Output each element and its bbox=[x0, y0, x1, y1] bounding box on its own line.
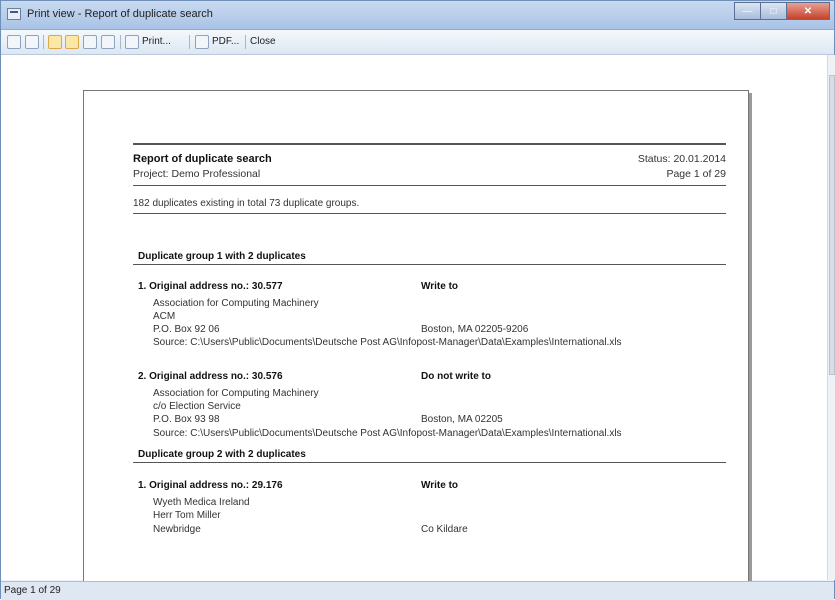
window-controls: — □ ✕ bbox=[734, 2, 830, 20]
address-city: Co Kildare bbox=[421, 524, 468, 535]
vertical-scrollbar[interactable] bbox=[827, 55, 835, 580]
previous-page-icon bbox=[25, 34, 39, 49]
address-source: Source: C:\Users\Public\Documents\Deutsc… bbox=[153, 428, 622, 439]
pdf-button[interactable]: PDF... bbox=[195, 33, 239, 50]
zoom-icon bbox=[48, 34, 62, 49]
printer-icon bbox=[125, 34, 139, 49]
first-page-button[interactable] bbox=[7, 33, 21, 50]
group-heading: Duplicate group 1 with 2 duplicates bbox=[138, 251, 306, 262]
entry-action: Write to bbox=[421, 281, 459, 292]
status-bar: Page 1 of 29 bbox=[1, 581, 834, 600]
status-page-text: Page 1 of 29 bbox=[4, 585, 61, 596]
report-page-number: Page 1 of 29 bbox=[666, 168, 726, 180]
address-city: Boston, MA 02205 bbox=[421, 414, 503, 425]
group-rule bbox=[133, 264, 726, 265]
toolbar-separator bbox=[120, 35, 121, 49]
close-button[interactable]: Close bbox=[250, 33, 276, 50]
address-line: Association for Computing Machinery bbox=[153, 388, 319, 399]
address-line: Association for Computing Machinery bbox=[153, 298, 319, 309]
summary-text: 182 duplicates existing in total 73 dupl… bbox=[133, 198, 360, 209]
toolbar-separator bbox=[245, 35, 246, 49]
address-line: P.O. Box 93 98 bbox=[153, 414, 220, 425]
address-line: Wyeth Medica Ireland bbox=[153, 497, 250, 508]
entry-header: 1. Original address no.: 29.176 bbox=[138, 480, 283, 491]
entry-header: 1. Original address no.: 30.577 bbox=[138, 281, 283, 292]
address-line: P.O. Box 92 06 bbox=[153, 324, 220, 335]
print-button-label: Print... bbox=[142, 36, 171, 47]
toolbar-separator bbox=[43, 35, 44, 49]
address-line: Newbridge bbox=[153, 524, 201, 535]
last-page-button[interactable] bbox=[101, 33, 115, 50]
close-button-label: Close bbox=[250, 36, 276, 47]
pdf-button-label: PDF... bbox=[212, 36, 240, 47]
print-view-window: Print view - Report of duplicate search … bbox=[0, 0, 835, 600]
address-line: c/o Election Service bbox=[153, 401, 241, 412]
address-line: ACM bbox=[153, 311, 176, 322]
first-page-icon bbox=[7, 34, 21, 49]
toolbar-separator bbox=[189, 35, 190, 49]
header-bottom-rule bbox=[133, 185, 726, 186]
report-status: Status: 20.01.2014 bbox=[637, 153, 726, 165]
toolbar: Print... PDF... Close bbox=[1, 30, 834, 55]
zoom-tool-button[interactable] bbox=[48, 33, 62, 50]
entry-action: Do not write to bbox=[421, 371, 491, 382]
window-app-icon bbox=[7, 8, 21, 20]
print-button[interactable]: Print... bbox=[125, 33, 171, 50]
last-page-icon bbox=[101, 34, 115, 49]
maximize-button[interactable]: □ bbox=[760, 2, 787, 20]
window-title: Print view - Report of duplicate search bbox=[27, 8, 213, 20]
title-bar: Print view - Report of duplicate search … bbox=[1, 1, 834, 30]
preview-area[interactable]: Report of duplicate search Project: Demo… bbox=[1, 55, 827, 592]
scrollbar-thumb[interactable] bbox=[829, 75, 835, 375]
minimize-button[interactable]: — bbox=[734, 2, 761, 20]
single-page-button[interactable] bbox=[65, 33, 79, 50]
header-top-rule bbox=[133, 143, 726, 145]
address-source: Source: C:\Users\Public\Documents\Deutsc… bbox=[153, 337, 622, 348]
single-page-icon bbox=[65, 34, 79, 49]
summary-rule bbox=[133, 213, 726, 214]
close-window-button[interactable]: ✕ bbox=[786, 2, 830, 20]
group-heading: Duplicate group 2 with 2 duplicates bbox=[138, 449, 306, 460]
next-page-button[interactable] bbox=[83, 33, 97, 50]
previous-page-button[interactable] bbox=[25, 33, 39, 50]
pdf-icon bbox=[195, 34, 209, 49]
next-page-icon bbox=[83, 34, 97, 49]
entry-action: Write to bbox=[421, 480, 459, 491]
project-name: Project: Demo Professional bbox=[133, 168, 261, 180]
report-page: Report of duplicate search Project: Demo… bbox=[83, 90, 749, 592]
address-city: Boston, MA 02205-9206 bbox=[421, 324, 529, 335]
group-rule bbox=[133, 462, 726, 463]
report-title: Report of duplicate search bbox=[133, 153, 272, 165]
entry-header: 2. Original address no.: 30.576 bbox=[138, 371, 283, 382]
address-line: Herr Tom Miller bbox=[153, 510, 221, 521]
